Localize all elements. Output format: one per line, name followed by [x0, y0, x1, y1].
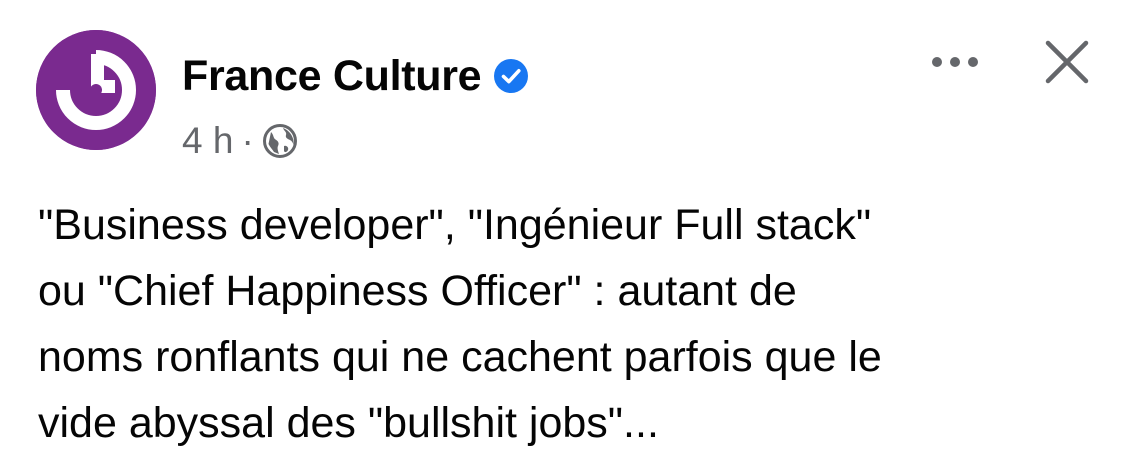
post-text-line: "Business developer", "Ingénieur Full st… [38, 201, 872, 249]
more-options-button[interactable] [925, 40, 985, 84]
meta-separator: · [241, 120, 254, 161]
post-text-line: ou "Chief Happiness Officer" : autant de [38, 267, 797, 315]
close-icon [1045, 40, 1089, 84]
post-text-line: vide abyssal des "bullshit jobs"... [38, 399, 659, 447]
post-text: "Business developer", "Ingénieur Full st… [38, 192, 1098, 456]
post-meta: 4 h · [182, 118, 298, 164]
close-button[interactable] [1035, 30, 1099, 94]
facebook-post: France Culture 4 h · "Business developer… [0, 0, 1125, 473]
france-culture-logo-icon [36, 30, 156, 150]
page-name-row: France Culture [182, 46, 529, 106]
page-avatar[interactable] [36, 30, 156, 150]
page-name[interactable]: France Culture [182, 52, 482, 101]
post-timestamp[interactable]: 4 h [182, 120, 233, 162]
more-dots-icon [932, 57, 978, 67]
globe-icon [262, 123, 298, 159]
post-text-line: noms ronflants qui ne cachent parfois qu… [38, 333, 882, 381]
verified-badge-icon [493, 58, 529, 94]
